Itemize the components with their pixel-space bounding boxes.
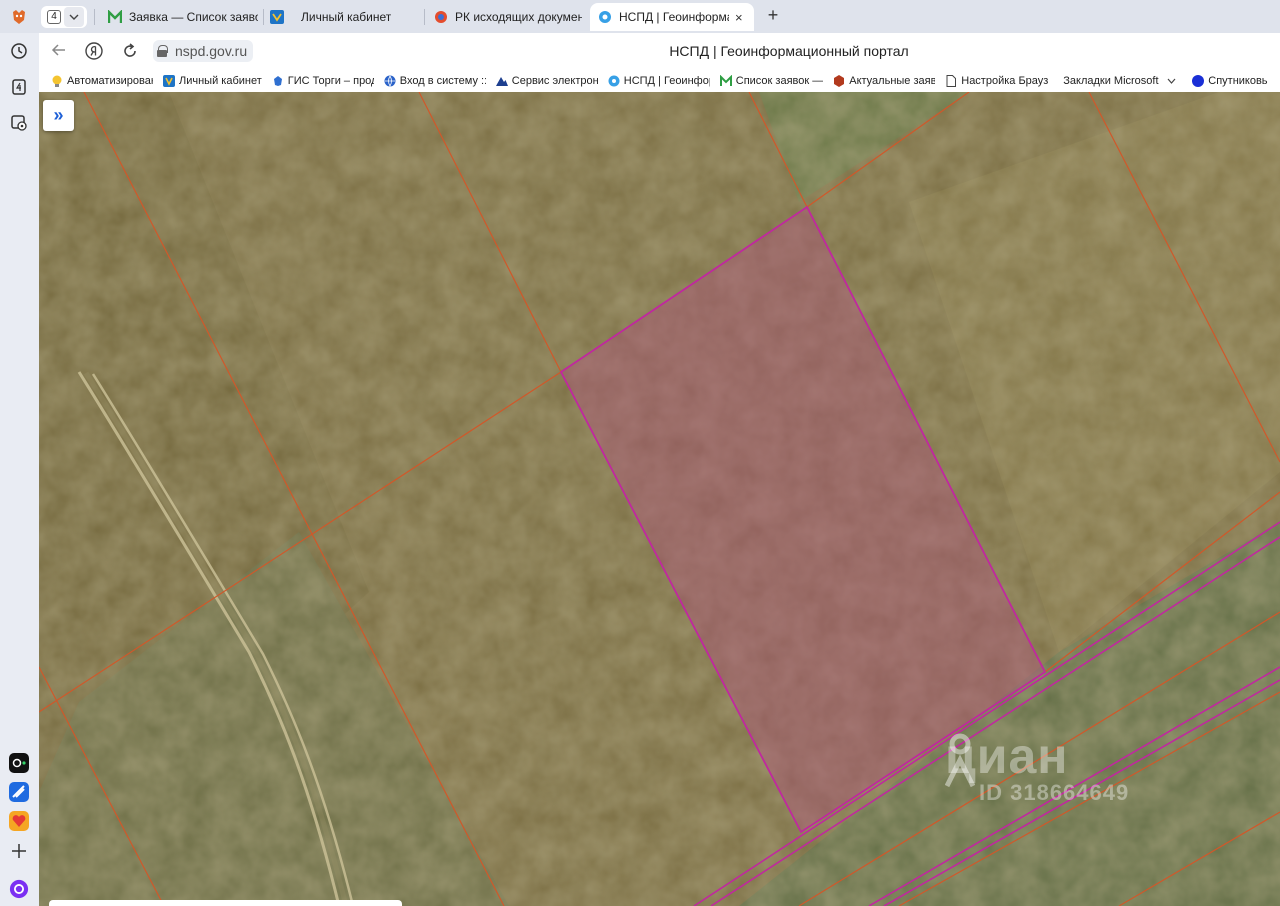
emblem-icon	[163, 74, 175, 87]
tab-count-button[interactable]: 4	[41, 6, 87, 28]
blue-dot-icon	[1192, 74, 1205, 87]
yandex-logo-icon[interactable]	[84, 42, 104, 62]
emblem-icon	[272, 75, 284, 87]
tab-title: РК исходящих документов	[455, 10, 582, 24]
url-field[interactable]: nspd.gov.ru	[153, 40, 254, 62]
bookmark-item[interactable]: Список заявок —	[719, 74, 824, 87]
tab-separator	[263, 9, 264, 25]
tab-lichnyi-kabinet[interactable]: Личный кабинет	[270, 3, 420, 31]
bookmark-item[interactable]: НСПД | Геоинфор	[608, 75, 710, 87]
nspd-icon	[608, 75, 620, 87]
add-panel-icon[interactable]	[9, 841, 29, 861]
tab-title: Личный кабинет	[301, 10, 392, 24]
chevron-down-icon[interactable]	[64, 7, 84, 27]
bookmark-label: Спутниковь	[1208, 74, 1268, 87]
bookmark-label: ГИС Торги – прод	[287, 74, 374, 87]
bookmark-label: Сервис электрон	[511, 74, 598, 87]
alice-camera-icon[interactable]	[9, 753, 29, 773]
globe-icon	[384, 75, 396, 87]
tab-separator	[94, 9, 95, 25]
bookmark-label: Закладки Microsoft	[1063, 74, 1159, 87]
tab-nspd-active[interactable]: НСПД | Геоинформаци ×	[590, 3, 754, 31]
bulb-icon	[51, 75, 63, 87]
bookmark-label: Личный кабинет	[179, 74, 262, 87]
alice-assistant-icon[interactable]	[9, 879, 29, 899]
bookmark-item[interactable]: Личный кабинет	[163, 74, 262, 87]
browser-sidebar	[0, 33, 39, 906]
tab-title: НСПД | Геоинформаци	[619, 10, 729, 24]
bottom-info-panel[interactable]	[49, 900, 402, 906]
bookmark-item[interactable]: Спутниковь	[1192, 74, 1268, 87]
address-bar: nspd.gov.ru НСПД | Геоинформационный пор…	[39, 33, 1280, 69]
bookmark-label: Автоматизирован	[67, 74, 153, 87]
close-tab-icon[interactable]: ×	[735, 10, 743, 25]
messenger-icon[interactable]	[9, 782, 29, 802]
collections-icon[interactable]	[9, 811, 29, 831]
tab-separator	[424, 9, 425, 25]
screenshot-icon[interactable]	[9, 113, 29, 133]
tab-zayavka[interactable]: Заявка — Список заявок	[108, 3, 258, 31]
tab-strip: 4 Заявка — Список заявок Личный кабинет …	[0, 0, 1280, 33]
m-icon	[719, 74, 732, 87]
page-icon	[945, 74, 957, 87]
map-view[interactable]: » циан ID 318664649	[39, 92, 1280, 906]
m-logo-icon	[108, 10, 122, 24]
mountain-icon	[495, 75, 508, 87]
nspd-logo-icon	[598, 10, 612, 24]
bookmark-item[interactable]: Закладки Microsoft	[1063, 75, 1176, 87]
lock-icon	[157, 45, 168, 57]
page-title: НСПД | Геоинформационный портал	[669, 43, 909, 59]
bookmark-item[interactable]: Автоматизирован	[51, 75, 153, 87]
back-arrow-icon[interactable]	[49, 42, 69, 62]
bookmark-item[interactable]: ГИС Торги – прод	[272, 75, 374, 87]
tab-rk-documents[interactable]: РК исходящих документов	[434, 3, 582, 31]
tabs-panel-icon[interactable]	[9, 77, 29, 97]
bookmark-label: Список заявок —	[735, 74, 824, 87]
bookmarks-bar: Автоматизирован Личный кабинет ГИС Торги…	[39, 69, 1280, 92]
satellite-map-layer[interactable]	[39, 92, 1280, 906]
url-text: nspd.gov.ru	[175, 43, 248, 59]
tab-title: Заявка — Список заявок	[129, 10, 258, 24]
bookmark-item[interactable]: Настройка Брауз	[945, 74, 1049, 87]
bookmark-label: Вход в систему ::	[399, 74, 486, 87]
tab-count: 4	[47, 10, 61, 24]
emblem-icon	[270, 10, 284, 24]
box-icon	[833, 74, 845, 87]
bookmark-label: НСПД | Геоинфор	[623, 74, 710, 87]
browser-logo-icon[interactable]	[10, 8, 28, 26]
bookmark-item[interactable]: Вход в систему ::	[384, 75, 486, 87]
rk-logo-icon	[434, 10, 448, 24]
bookmark-item[interactable]: Актуальные заяв	[833, 74, 936, 87]
bookmark-label: Актуальные заяв	[849, 74, 936, 87]
chevron-down-icon[interactable]	[1167, 75, 1176, 87]
history-icon[interactable]	[9, 41, 29, 61]
bookmark-item[interactable]: Сервис электрон	[495, 74, 598, 87]
expand-panel-button[interactable]: »	[43, 100, 74, 131]
bookmark-label: Настройка Брауз	[961, 74, 1049, 87]
new-tab-button[interactable]: +	[763, 6, 783, 26]
reload-icon[interactable]	[120, 42, 140, 62]
